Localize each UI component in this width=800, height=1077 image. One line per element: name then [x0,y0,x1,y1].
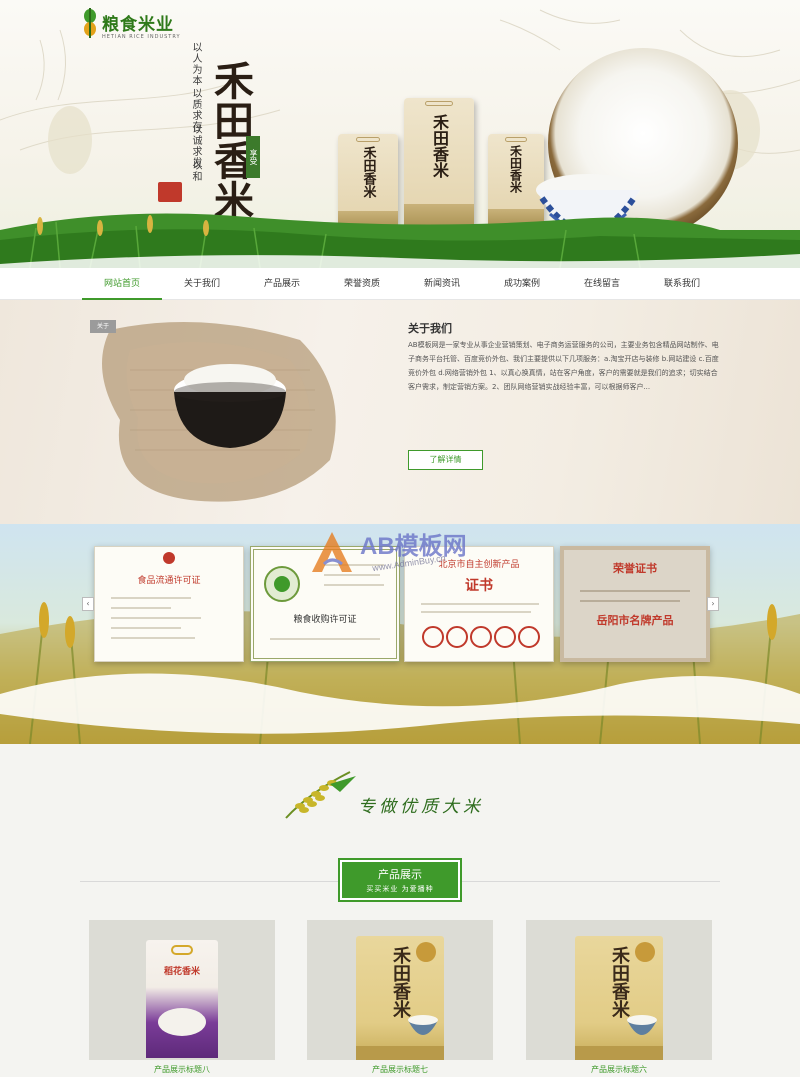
logo-subtitle: HETIAN RICE INDUSTRY [102,34,181,40]
carousel-prev-button[interactable]: ‹ [82,597,94,611]
rice-pile-icon [158,1008,206,1036]
about-section: 关于 关于我们 AB模板网是一家专业从事企业营销策划、电子商务运营服务的公司，主… [0,300,800,524]
bag-handle-icon [171,945,193,955]
rice-grain-logo-icon [84,8,96,38]
emblem-icon [163,552,175,564]
pack-name: 稻花香米 [163,967,200,977]
pack-footer [575,1046,663,1060]
products-header-fill: 产品展示 买买米业 为爱播种 [342,862,458,898]
nav-item-contact[interactable]: 联系我们 [642,268,722,300]
nav-item-home[interactable]: 网站首页 [82,268,162,300]
rice-bowl-icon [408,1015,438,1035]
certificate-line [580,590,690,592]
calligraphy-banner: 专做优质大米 [280,762,530,820]
certificate-heading: 岳阳市名牌产品 [596,614,674,627]
logo-name: 粮食米业 [102,15,174,35]
pack-name: 禾田香米 [390,946,411,1018]
product-caption[interactable]: 产品展示标题六 [526,1064,712,1075]
bag-handle [425,101,453,106]
nav-item-products[interactable]: 产品展示 [242,268,322,300]
bag-name: 禾田香米 [430,113,449,178]
nav-item-about[interactable]: 关于我们 [162,268,242,300]
certificate-line [580,600,680,602]
bag-handle [356,137,380,142]
certificate-line [111,607,171,609]
certificate-card[interactable]: 食品流通许可证 [94,546,244,662]
certificate-line [111,597,191,599]
product-image: 禾田香米 [575,936,663,1060]
nav-list: 网站首页 关于我们 产品展示 荣誉资质 新闻资讯 成功案例 在线留言 联系我们 [82,268,722,300]
nav-item-messages[interactable]: 在线留言 [562,268,642,300]
rice-bowl-icon [627,1015,657,1035]
pack-emblem-icon [635,942,655,962]
products-section: 专做优质大米 产品展示 买买米业 为爱播种 稻花香米 产品展示标题八 禾田香米 [0,744,800,1077]
about-title: 关于我们 [408,322,452,335]
about-description: AB模板网是一家专业从事企业营销策划、电子商务运营服务的公司，主要业务包含精品网… [408,341,719,391]
products-title: 产品展示 [378,868,422,881]
watermark-text: AB模板网 [360,533,467,560]
nav-item-cases[interactable]: 成功案例 [482,268,562,300]
learn-more-button[interactable]: 了解详情 [408,450,483,470]
product-caption[interactable]: 产品展示标题七 [307,1064,493,1075]
red-seal-stamp [158,182,182,202]
product-card[interactable]: 禾田香米 [526,920,712,1060]
about-tag: 关于 [90,320,116,333]
certificate-line [421,603,539,605]
grain-emblem-icon [264,566,300,602]
nav-item-news[interactable]: 新闻资讯 [402,268,482,300]
product-card[interactable]: 禾田香米 [307,920,493,1060]
certificate-line [270,638,380,640]
carousel-next-button[interactable]: › [707,597,719,611]
product-image: 禾田香米 [356,936,444,1060]
bag-name: 禾田香米 [360,145,376,198]
certificate-title: 粮食收购许可证 [293,615,357,625]
rice-bowl-on-burlap-image [102,322,336,502]
site-logo[interactable]: 粮食米业 HETIAN RICE INDUSTRY [82,8,202,44]
products-subtitle: 买买米业 为爱播种 [366,885,434,893]
hero-tag: 享受 [246,136,260,178]
certificate-card[interactable]: 荣誉证书 岳阳市名牌产品 [560,546,710,662]
slogan-4: 以和 [190,160,201,182]
certificate-line [111,627,181,629]
pack-footer [356,1046,444,1060]
hero-banner: 粮食米业 HETIAN RICE INDUSTRY 以人为本 以质求存 以诚求发… [0,0,800,268]
official-seals-icon [422,626,540,648]
certificate-line [111,637,195,639]
bag-handle [504,137,528,142]
product-image: 稻花香米 [146,940,218,1058]
green-grass-strip [0,213,800,268]
certificate-title: 食品流通许可证 [137,576,201,586]
watermark: AB模板网 www.AdminBuy.cn [300,524,510,594]
nav-item-honors[interactable]: 荣誉资质 [322,268,402,300]
slogan-1: 以人为本 [190,42,201,86]
bag-name: 禾田香米 [508,145,523,194]
calligraphy-slogan: 专做优质大米 [358,797,484,817]
product-caption[interactable]: 产品展示标题八 [89,1064,275,1075]
main-navigation: 网站首页 关于我们 产品展示 荣誉资质 新闻资讯 成功案例 在线留言 联系我们 [0,268,800,300]
products-header: 产品展示 买买米业 为爱播种 [338,858,462,902]
watermark-logo-icon [312,532,352,572]
certificates-section: 食品流通许可证 粮食收购许可证 北京市自主创新产品 证书 荣誉证书 岳阳市名牌产… [0,524,800,744]
certificate-title: 荣誉证书 [613,562,657,575]
pack-emblem-icon [416,942,436,962]
product-card[interactable]: 稻花香米 [89,920,275,1060]
certificate-line [421,611,531,613]
certificate-line [111,617,201,619]
rice-ear-icon [285,771,356,819]
pack-name: 禾田香米 [609,946,630,1018]
page: 粮食米业 HETIAN RICE INDUSTRY 以人为本 以质求存 以诚求发… [0,0,800,1077]
